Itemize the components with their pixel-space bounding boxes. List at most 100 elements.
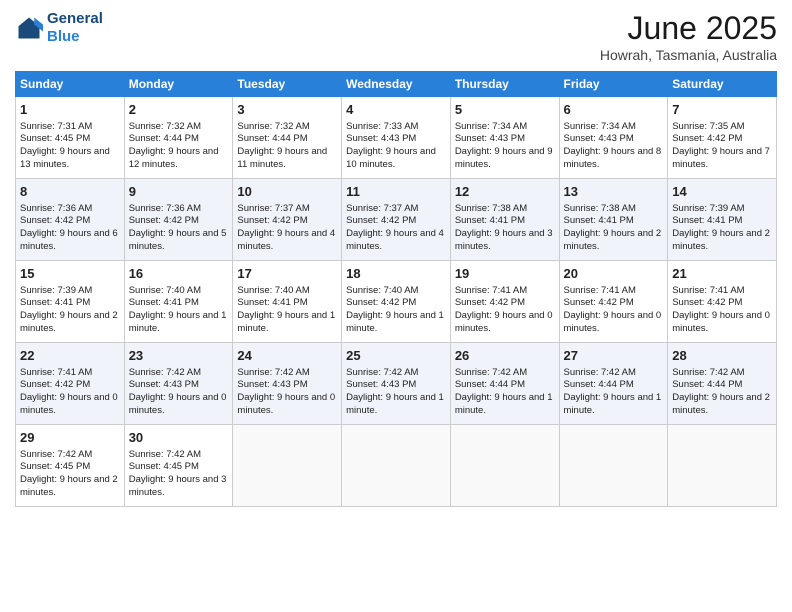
- day-number: 18: [346, 265, 446, 283]
- sunset-text: Sunset: 4:43 PM: [564, 133, 664, 146]
- calendar-cell: [233, 425, 342, 507]
- sunrise-text: Sunrise: 7:35 AM: [672, 121, 772, 134]
- daylight-text: Daylight: 9 hours and 2 minutes.: [672, 228, 772, 254]
- sunset-text: Sunset: 4:42 PM: [20, 379, 120, 392]
- header-row: Sunday Monday Tuesday Wednesday Thursday…: [16, 72, 777, 97]
- sunrise-text: Sunrise: 7:42 AM: [129, 449, 229, 462]
- calendar-cell: 25Sunrise: 7:42 AMSunset: 4:43 PMDayligh…: [342, 343, 451, 425]
- daylight-text: Daylight: 9 hours and 1 minute.: [455, 392, 555, 418]
- logo: General Blue: [15, 10, 103, 46]
- sunrise-text: Sunrise: 7:42 AM: [20, 449, 120, 462]
- sunrise-text: Sunrise: 7:39 AM: [672, 203, 772, 216]
- sunset-text: Sunset: 4:41 PM: [564, 215, 664, 228]
- calendar-cell: 12Sunrise: 7:38 AMSunset: 4:41 PMDayligh…: [450, 179, 559, 261]
- sunset-text: Sunset: 4:41 PM: [237, 297, 337, 310]
- logo-text-blue: Blue: [47, 28, 103, 46]
- calendar-cell: [559, 425, 668, 507]
- sunset-text: Sunset: 4:45 PM: [20, 133, 120, 146]
- calendar-cell: 21Sunrise: 7:41 AMSunset: 4:42 PMDayligh…: [668, 261, 777, 343]
- sunrise-text: Sunrise: 7:41 AM: [564, 285, 664, 298]
- daylight-text: Daylight: 9 hours and 3 minutes.: [455, 228, 555, 254]
- daylight-text: Daylight: 9 hours and 4 minutes.: [346, 228, 446, 254]
- calendar-cell: 15Sunrise: 7:39 AMSunset: 4:41 PMDayligh…: [16, 261, 125, 343]
- sunset-text: Sunset: 4:42 PM: [564, 297, 664, 310]
- calendar-cell: 11Sunrise: 7:37 AMSunset: 4:42 PMDayligh…: [342, 179, 451, 261]
- day-number: 7: [672, 101, 772, 119]
- sunrise-text: Sunrise: 7:42 AM: [237, 367, 337, 380]
- daylight-text: Daylight: 9 hours and 0 minutes.: [564, 310, 664, 336]
- daylight-text: Daylight: 9 hours and 7 minutes.: [672, 146, 772, 172]
- calendar-cell: 1Sunrise: 7:31 AMSunset: 4:45 PMDaylight…: [16, 97, 125, 179]
- logo-text-general: General: [47, 10, 103, 28]
- daylight-text: Daylight: 9 hours and 2 minutes.: [564, 228, 664, 254]
- sunrise-text: Sunrise: 7:34 AM: [455, 121, 555, 134]
- sunset-text: Sunset: 4:42 PM: [672, 133, 772, 146]
- calendar-cell: 14Sunrise: 7:39 AMSunset: 4:41 PMDayligh…: [668, 179, 777, 261]
- calendar-cell: 7 Sunrise: 7:35 AMSunset: 4:42 PMDaylight…: [668, 97, 777, 179]
- calendar-cell: 8Sunrise: 7:36 AMSunset: 4:42 PMDaylight…: [16, 179, 125, 261]
- daylight-text: Daylight: 9 hours and 11 minutes.: [237, 146, 337, 172]
- calendar-cell: 5Sunrise: 7:34 AMSunset: 4:43 PMDaylight…: [450, 97, 559, 179]
- day-number: 30: [129, 429, 229, 447]
- daylight-text: Daylight: 9 hours and 3 minutes.: [129, 474, 229, 500]
- sunrise-text: Sunrise: 7:37 AM: [237, 203, 337, 216]
- day-number: 11: [346, 183, 446, 201]
- header: General Blue June 2025 Howrah, Tasmania,…: [15, 10, 777, 63]
- daylight-text: Daylight: 9 hours and 4 minutes.: [237, 228, 337, 254]
- day-number: 15: [20, 265, 120, 283]
- sunset-text: Sunset: 4:42 PM: [455, 297, 555, 310]
- col-wednesday: Wednesday: [342, 72, 451, 97]
- calendar-cell: 10Sunrise: 7:37 AMSunset: 4:42 PMDayligh…: [233, 179, 342, 261]
- daylight-text: Daylight: 9 hours and 0 minutes.: [455, 310, 555, 336]
- day-number: 5: [455, 101, 555, 119]
- month-title: June 2025: [600, 10, 777, 47]
- sunrise-text: Sunrise: 7:40 AM: [346, 285, 446, 298]
- calendar-cell: 22Sunrise: 7:41 AMSunset: 4:42 PMDayligh…: [16, 343, 125, 425]
- day-number: 26: [455, 347, 555, 365]
- sunrise-text: Sunrise: 7:40 AM: [237, 285, 337, 298]
- calendar-cell: 18Sunrise: 7:40 AMSunset: 4:42 PMDayligh…: [342, 261, 451, 343]
- sunset-text: Sunset: 4:42 PM: [346, 297, 446, 310]
- location-subtitle: Howrah, Tasmania, Australia: [600, 47, 777, 63]
- sunrise-text: Sunrise: 7:33 AM: [346, 121, 446, 134]
- col-sunday: Sunday: [16, 72, 125, 97]
- day-number: 29: [20, 429, 120, 447]
- calendar-row: 8Sunrise: 7:36 AMSunset: 4:42 PMDaylight…: [16, 179, 777, 261]
- day-number: 9: [129, 183, 229, 201]
- logo-icon: [15, 14, 43, 42]
- day-number: 13: [564, 183, 664, 201]
- day-number: 10: [237, 183, 337, 201]
- sunset-text: Sunset: 4:44 PM: [672, 379, 772, 392]
- sunset-text: Sunset: 4:41 PM: [455, 215, 555, 228]
- col-saturday: Saturday: [668, 72, 777, 97]
- day-number: 21: [672, 265, 772, 283]
- day-number: 28: [672, 347, 772, 365]
- sunrise-text: Sunrise: 7:40 AM: [129, 285, 229, 298]
- sunrise-text: Sunrise: 7:36 AM: [20, 203, 120, 216]
- sunset-text: Sunset: 4:42 PM: [672, 297, 772, 310]
- day-number: 23: [129, 347, 229, 365]
- sunrise-text: Sunrise: 7:31 AM: [20, 121, 120, 134]
- sunset-text: Sunset: 4:43 PM: [346, 379, 446, 392]
- calendar-cell: 2Sunrise: 7:32 AMSunset: 4:44 PMDaylight…: [124, 97, 233, 179]
- day-number: 16: [129, 265, 229, 283]
- sunset-text: Sunset: 4:44 PM: [237, 133, 337, 146]
- day-number: 1: [20, 101, 120, 119]
- daylight-text: Daylight: 9 hours and 12 minutes.: [129, 146, 229, 172]
- col-tuesday: Tuesday: [233, 72, 342, 97]
- calendar-cell: 6Sunrise: 7:34 AMSunset: 4:43 PMDaylight…: [559, 97, 668, 179]
- sunrise-text: Sunrise: 7:36 AM: [129, 203, 229, 216]
- day-number: 6: [564, 101, 664, 119]
- sunset-text: Sunset: 4:44 PM: [129, 133, 229, 146]
- daylight-text: Daylight: 9 hours and 0 minutes.: [237, 392, 337, 418]
- calendar-cell: [450, 425, 559, 507]
- calendar-cell: 19Sunrise: 7:41 AMSunset: 4:42 PMDayligh…: [450, 261, 559, 343]
- sunset-text: Sunset: 4:45 PM: [20, 461, 120, 474]
- daylight-text: Daylight: 9 hours and 1 minute.: [564, 392, 664, 418]
- sunrise-text: Sunrise: 7:42 AM: [672, 367, 772, 380]
- daylight-text: Daylight: 9 hours and 2 minutes.: [20, 310, 120, 336]
- daylight-text: Daylight: 9 hours and 1 minute.: [129, 310, 229, 336]
- sunset-text: Sunset: 4:42 PM: [346, 215, 446, 228]
- sunrise-text: Sunrise: 7:42 AM: [564, 367, 664, 380]
- calendar-cell: 26Sunrise: 7:42 AMSunset: 4:44 PMDayligh…: [450, 343, 559, 425]
